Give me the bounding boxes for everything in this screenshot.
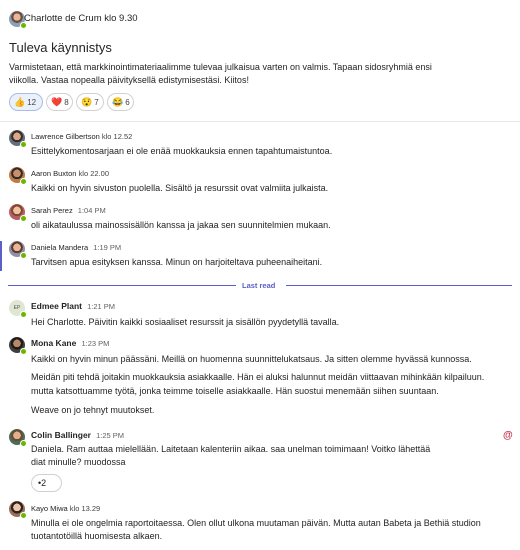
avatar[interactable]: [9, 429, 27, 447]
reaction-laugh[interactable]: 😂 6: [107, 93, 134, 111]
surprised-face-icon: 😯: [81, 96, 93, 107]
message-text: Hei Charlotte. Päivitin kaikki sosiaalis…: [31, 317, 340, 327]
message-meta: Kayo Miwa klo 13.29: [31, 504, 100, 513]
message-author[interactable]: Kayo Miwa: [31, 504, 68, 513]
mention-icon: @: [503, 430, 513, 441]
avatar[interactable]: [9, 130, 27, 148]
message-time: 1:19 PM: [93, 243, 122, 252]
reaction-count: 12: [27, 97, 37, 107]
presence-available-icon: [20, 348, 27, 355]
post-time: klo 9.30: [104, 13, 138, 24]
message-text: Kaikki on hyvin minun päässäni. Meillä o…: [31, 354, 472, 364]
avatar[interactable]: [9, 241, 27, 259]
message-meta: Sarah Perez 1:04 PM: [31, 206, 106, 215]
post-body-line: Varmistetaan, että markkinointimateriaal…: [9, 62, 432, 72]
message-time: 1:21 PM: [87, 302, 116, 311]
last-read-label: Last read: [242, 281, 276, 290]
message-meta: Lawrence Gilbertson klo 12.52: [31, 132, 132, 141]
message-author[interactable]: Aaron Buxton: [31, 169, 76, 178]
message-author[interactable]: Colin Ballinger: [31, 430, 91, 440]
message-author[interactable]: Mona Kane: [31, 338, 76, 348]
post-body: Varmistetaan, että markkinointimateriaal…: [9, 61, 449, 87]
post-header: Charlotte de Crum klo 9.30: [24, 13, 138, 24]
reaction-count: 7: [94, 97, 99, 107]
message-text: Meidän piti tehdä joitakin muokkauksia a…: [31, 372, 485, 382]
message-text: mutta katsottuamme työtä, jonka teimme t…: [31, 386, 439, 396]
reaction-count: •2: [38, 478, 47, 488]
presence-available-icon: [20, 215, 27, 222]
message-time: 1:04 PM: [77, 206, 106, 215]
reaction-surprised[interactable]: 😯 7: [76, 93, 104, 111]
message-time: klo 13.29: [69, 504, 101, 513]
message-text: Esittelykomentosarjaan ei ole enää muokk…: [31, 146, 333, 156]
presence-available-icon: [20, 311, 27, 318]
selected-message-indicator: [0, 241, 2, 271]
message-text: oli aikataulussa mainossisällön kanssa j…: [31, 220, 331, 230]
message-author[interactable]: Daniela Mandera: [31, 243, 88, 252]
message-text: tuotantotöillä huomisesta alkaen.: [31, 531, 163, 541]
separator-line: [286, 285, 512, 286]
thumbs-up-icon: 👍: [14, 96, 26, 107]
message-author[interactable]: Lawrence Gilbertson: [31, 132, 100, 141]
post-title: Tuleva käynnistys: [9, 40, 112, 55]
message-text: Daniela. Ram auttaa mielellään. Laitetaa…: [31, 444, 431, 454]
message-text: diat minulle? muodossa: [31, 457, 126, 467]
post-author[interactable]: Charlotte de Crum: [24, 13, 102, 24]
presence-available-icon: [20, 178, 27, 185]
presence-available-icon: [20, 252, 27, 259]
message-text: Weave on jo tehnyt muutokset.: [31, 405, 155, 415]
message-text: Tarvitsen apua esityksen kanssa. Minun o…: [31, 257, 323, 267]
message-meta: Mona Kane 1:23 PM: [31, 338, 109, 348]
reaction-count: 8: [64, 97, 69, 107]
reaction-like[interactable]: 👍 12: [9, 93, 43, 111]
avatar[interactable]: [9, 337, 27, 355]
avatar[interactable]: [9, 11, 27, 29]
message-meta: Edmee Plant 1:21 PM: [31, 301, 115, 311]
post-body-line: viikolla. Vastaa nopealla päivityksellä …: [9, 75, 249, 85]
message-time: 1:25 PM: [96, 431, 125, 440]
message-text: Minulla ei ole ongelmia raportoitaessa. …: [31, 518, 481, 528]
presence-available-icon: [20, 440, 27, 447]
message-author[interactable]: Sarah Perez: [31, 206, 73, 215]
avatar[interactable]: [9, 167, 27, 185]
last-read-separator: Last read: [0, 281, 520, 291]
heart-icon: ❤️: [51, 96, 63, 107]
avatar[interactable]: [9, 501, 27, 519]
message-text: Kaikki on hyvin sivuston puolella. Sisäl…: [31, 183, 329, 193]
reaction-heart[interactable]: ❤️ 8: [46, 93, 73, 111]
reaction-count: 6: [125, 97, 130, 107]
avatar[interactable]: EP: [9, 300, 27, 318]
reaction-bar: 👍 12 ❤️ 8 😯 7 😂 6: [9, 93, 134, 111]
laughing-face-icon: 😂: [112, 96, 124, 107]
message-time: 1:23 PM: [81, 339, 110, 348]
separator-line: [8, 285, 236, 286]
message-meta: Daniela Mandera 1:19 PM: [31, 243, 121, 252]
message-time: klo 12.52: [101, 132, 133, 141]
presence-available-icon: [20, 512, 27, 519]
post-divider: [0, 121, 520, 122]
message-time: klo 22.00: [78, 169, 109, 178]
reaction-pill[interactable]: •2: [31, 474, 62, 492]
presence-available-icon: [20, 141, 27, 148]
message-meta: Colin Ballinger 1:25 PM: [31, 430, 124, 440]
message-author[interactable]: Edmee Plant: [31, 301, 82, 311]
avatar[interactable]: [9, 204, 27, 222]
message-meta: Aaron Buxton klo 22.00: [31, 169, 109, 178]
